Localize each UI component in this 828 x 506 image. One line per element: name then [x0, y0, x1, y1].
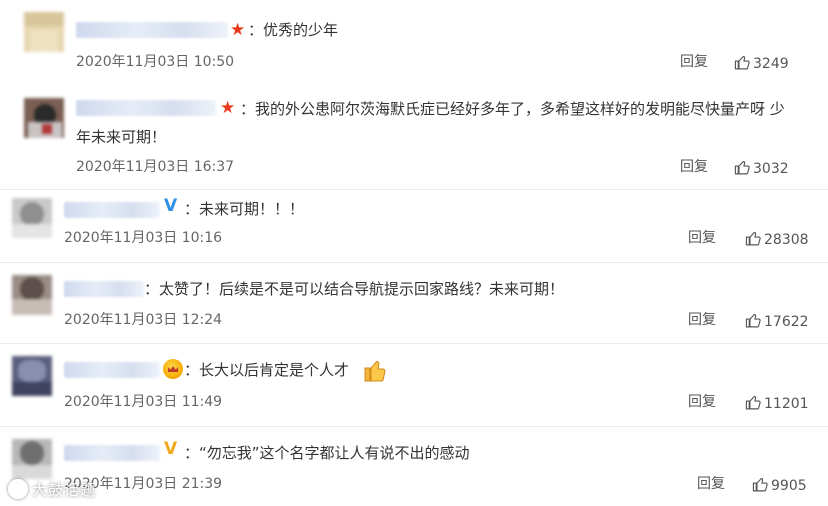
comment-time: 2020年11月03日 10:16: [64, 230, 223, 246]
comment-time: 2020年11月03日 16:37: [76, 159, 235, 175]
reply-button[interactable]: 回复: [688, 392, 716, 412]
comment-item: V ：“勿忘我”这个名字都让人有说不出的感动 2020年11月03日 21:39…: [0, 427, 828, 506]
username[interactable]: [76, 100, 216, 116]
crown-badge-icon: [163, 359, 183, 379]
thumbs-up-icon: [745, 231, 761, 246]
like-count: 3032: [753, 161, 789, 177]
like-count: 3249: [753, 56, 789, 72]
like-button[interactable]: 3249: [734, 54, 789, 74]
comment-item: V ：未来可期！！！ 2020年11月03日 10:16 回复 28308: [0, 190, 828, 262]
username[interactable]: [76, 22, 228, 38]
thumbs-up-icon: [752, 477, 768, 492]
comment-text-continued: 年未来可期！: [76, 128, 167, 146]
like-button[interactable]: 3032: [734, 159, 789, 179]
username[interactable]: [64, 445, 160, 461]
like-count: 28308: [764, 232, 809, 248]
thumbs-up-icon: [734, 160, 750, 175]
like-button[interactable]: 28308: [745, 230, 809, 250]
username[interactable]: [64, 281, 144, 297]
watermark: 大鼓话题: [8, 478, 96, 502]
comment-text: ：未来可期！！！: [184, 200, 305, 218]
comment-text: ：优秀的少年: [248, 21, 339, 39]
avatar[interactable]: [12, 356, 52, 396]
verified-v-badge-icon: V: [164, 439, 178, 459]
like-count: 17622: [764, 314, 809, 330]
avatar[interactable]: [12, 275, 52, 315]
thumbs-up-emoji-icon: [364, 360, 386, 382]
like-count: 11201: [764, 396, 809, 412]
comment-text: ：“勿忘我”这个名字都让人有说不出的感动: [184, 444, 470, 462]
comment-time: 2020年11月03日 12:24: [64, 312, 223, 328]
comment-item: ★ ：优秀的少年 2020年11月03日 10:50 回复 3249: [0, 0, 828, 88]
star-badge-icon: ★: [220, 98, 236, 118]
watermark-logo-icon: [8, 479, 28, 499]
comment-item: ：太赞了！后续是不是可以结合导航提示回家路线？未来可期！ 2020年11月03日…: [0, 263, 828, 343]
comment-time: 2020年11月03日 10:50: [76, 54, 235, 70]
comment-text: ：长大以后肯定是个人才: [184, 361, 350, 379]
reply-button[interactable]: 回复: [680, 52, 708, 72]
like-count: 9905: [771, 478, 807, 494]
like-button[interactable]: 17622: [745, 312, 809, 332]
thumbs-up-icon: [734, 55, 750, 70]
like-button[interactable]: 9905: [752, 476, 807, 496]
avatar[interactable]: [12, 439, 52, 479]
comment-text: ：太赞了！后续是不是可以结合导航提示回家路线？未来可期！: [144, 280, 565, 298]
avatar[interactable]: [24, 12, 64, 52]
verified-v-badge-icon: V: [164, 196, 178, 216]
comment-time: 2020年11月03日 11:49: [64, 394, 223, 410]
comment-item: ★ ：我的外公患阿尔茨海默氏症已经好多年了，多希望这样好的发明能尽快量产呀 少 …: [0, 88, 828, 189]
username[interactable]: [64, 202, 160, 218]
watermark-text: 大鼓话题: [32, 481, 97, 499]
thumbs-up-icon: [745, 313, 761, 328]
username[interactable]: [64, 362, 160, 378]
comment-text: ：我的外公患阿尔茨海默氏症已经好多年了，多希望这样好的发明能尽快量产呀 少: [240, 100, 785, 118]
comment-item: ：长大以后肯定是个人才 2020年11月03日 11:49 回复 11201: [0, 344, 828, 426]
reply-button[interactable]: 回复: [688, 310, 716, 330]
reply-button[interactable]: 回复: [697, 474, 725, 494]
thumbs-up-icon: [745, 395, 761, 410]
avatar[interactable]: [24, 98, 64, 138]
avatar[interactable]: [12, 198, 52, 238]
comment-list: ★ ：优秀的少年 2020年11月03日 10:50 回复 3249 ★ ：我的…: [0, 0, 828, 506]
like-button[interactable]: 11201: [745, 394, 809, 414]
star-badge-icon: ★: [230, 20, 246, 40]
reply-button[interactable]: 回复: [680, 157, 708, 177]
reply-button[interactable]: 回复: [688, 228, 716, 248]
